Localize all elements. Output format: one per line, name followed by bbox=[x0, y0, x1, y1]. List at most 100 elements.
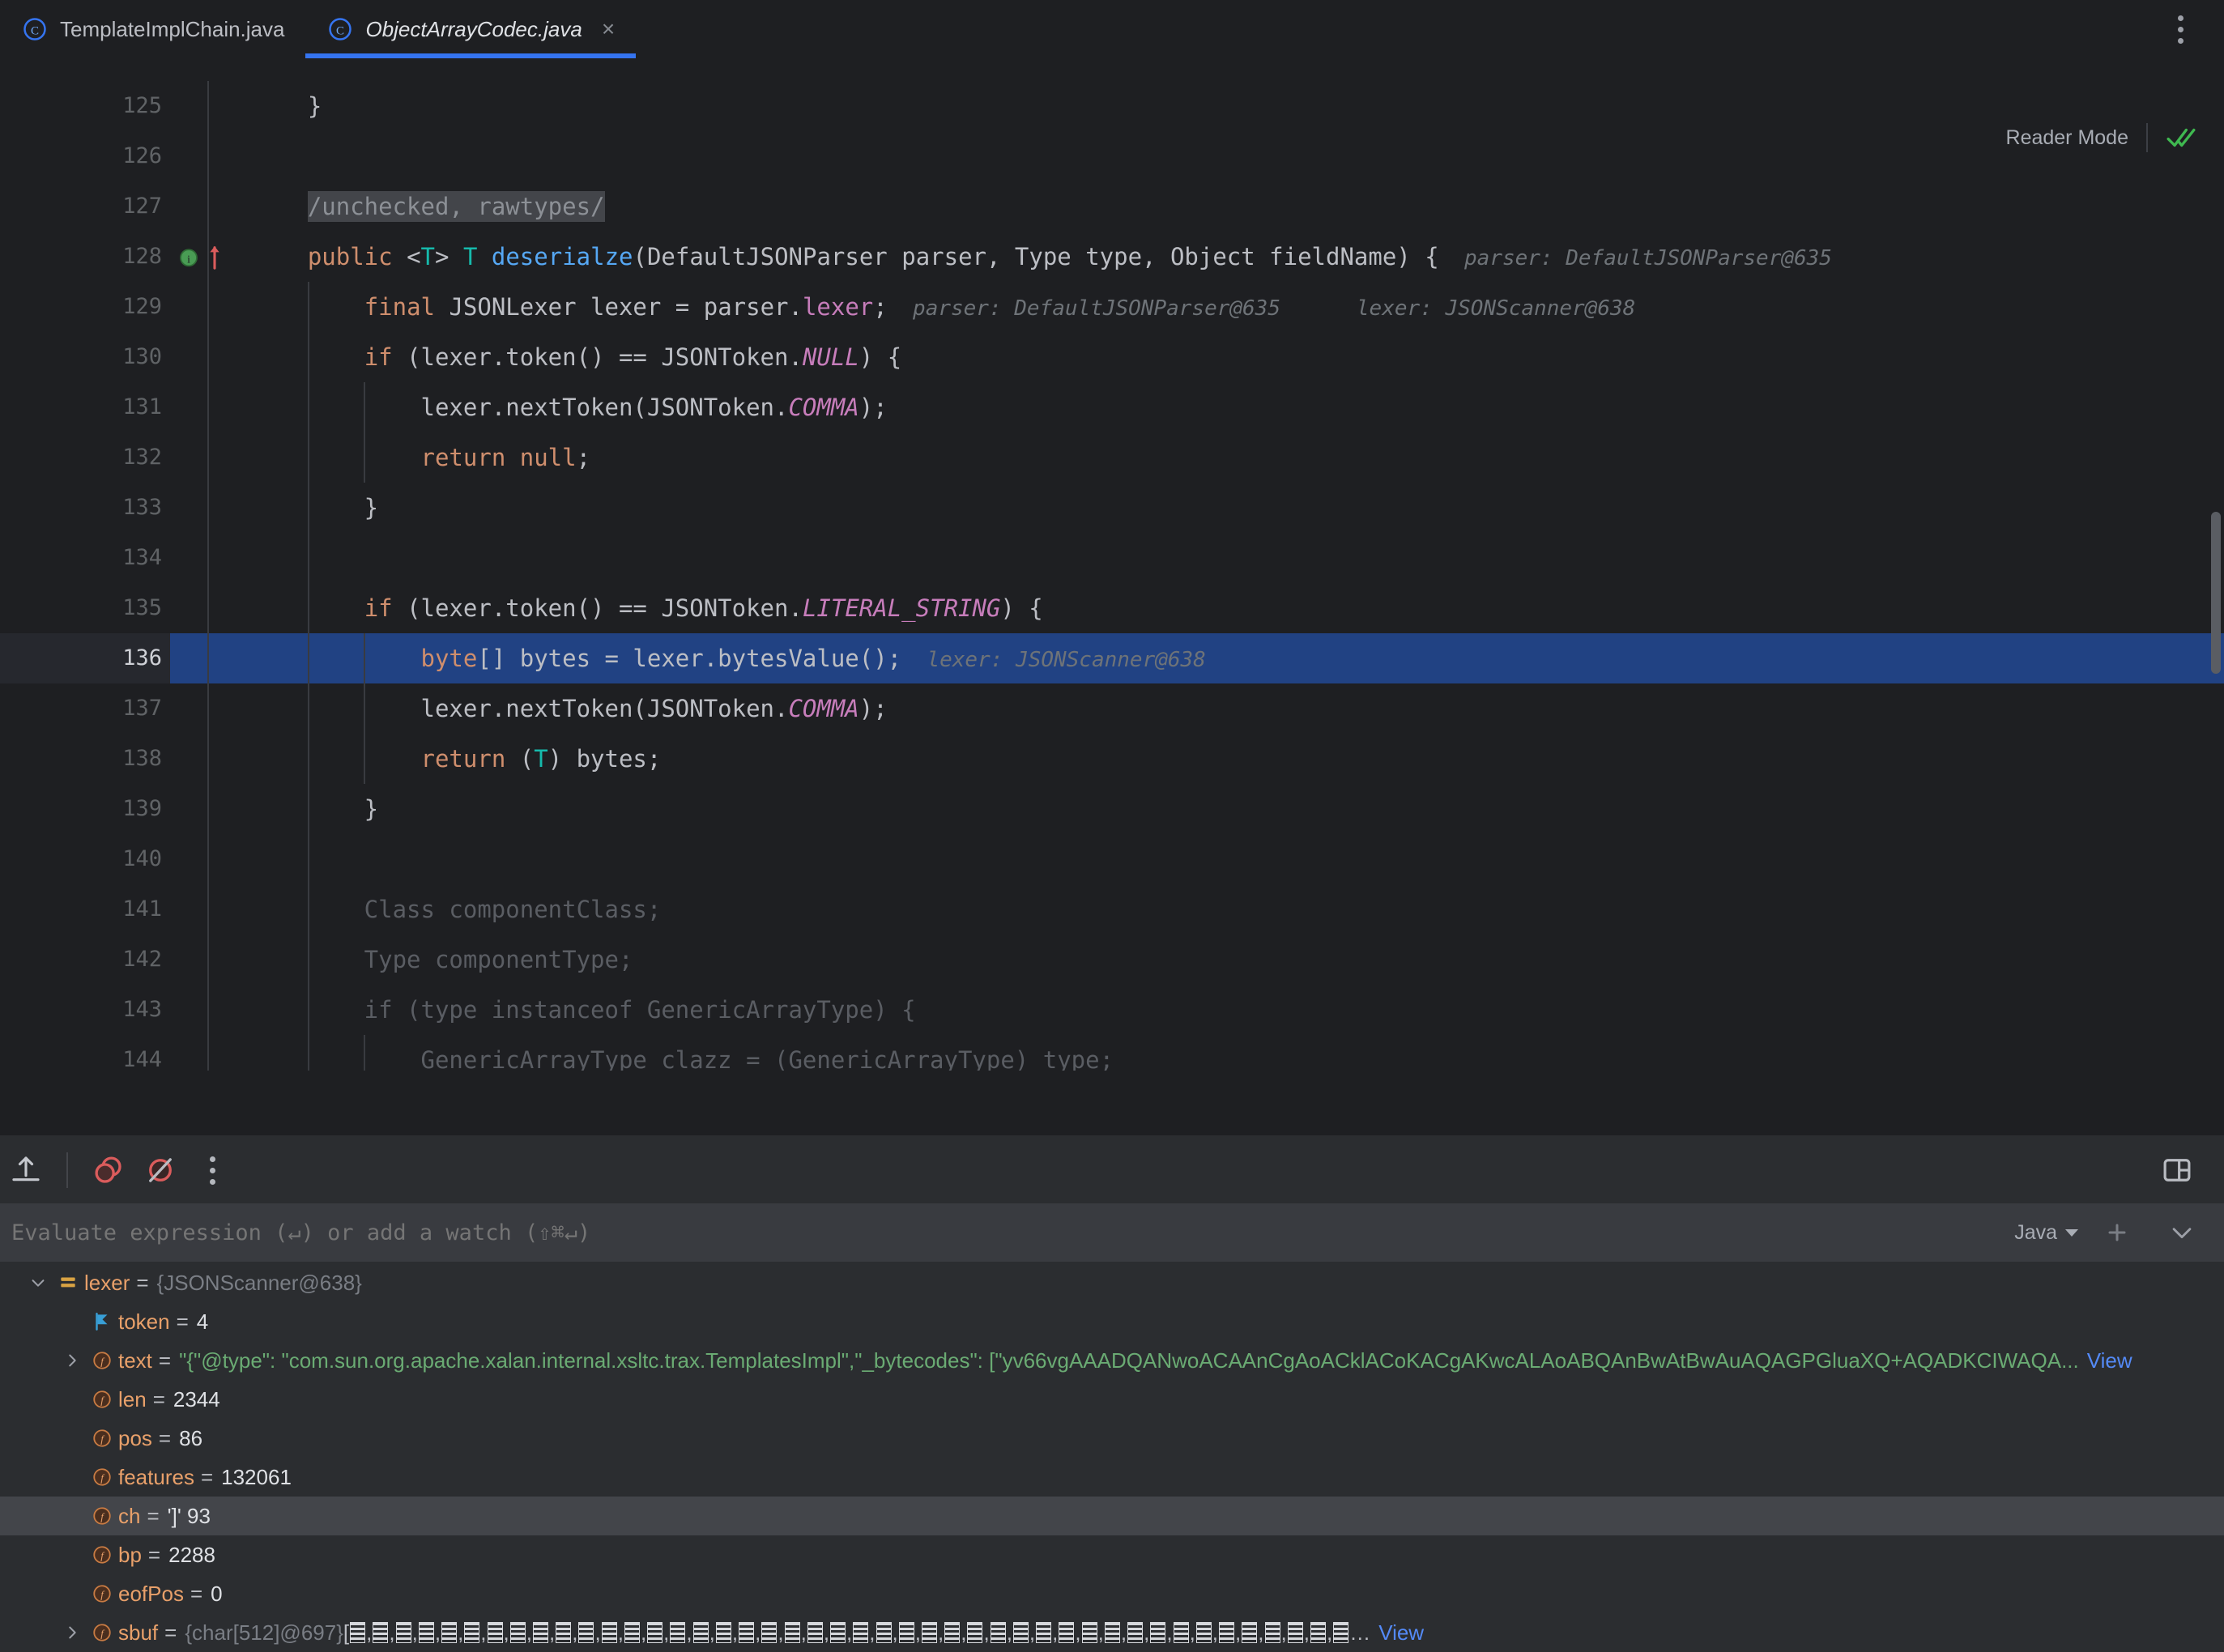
view-value-link[interactable]: View bbox=[2087, 1348, 2132, 1373]
chevron-down-icon[interactable] bbox=[29, 1274, 47, 1292]
chevron-right-icon[interactable] bbox=[63, 1624, 81, 1641]
code-text[interactable]: } bbox=[246, 784, 2224, 834]
layout-settings-button[interactable] bbox=[2151, 1144, 2203, 1196]
line-number-gutter[interactable]: 133 bbox=[0, 483, 170, 533]
code-text[interactable]: return (T) bytes; bbox=[246, 734, 2224, 784]
code-folding-strip[interactable] bbox=[170, 382, 246, 432]
code-text[interactable]: } bbox=[246, 483, 2224, 533]
code-folding-strip[interactable] bbox=[170, 483, 246, 533]
code-folding-strip[interactable] bbox=[170, 884, 246, 935]
line-number-gutter[interactable]: 139 bbox=[0, 784, 170, 834]
chevron-right-icon[interactable] bbox=[63, 1352, 81, 1369]
code-line[interactable]: 130 if (lexer.token() == JSONToken.NULL)… bbox=[0, 332, 2224, 382]
evaluate-expression-input[interactable] bbox=[11, 1220, 2002, 1245]
code-folding-strip[interactable] bbox=[170, 683, 246, 734]
editor-tab-template-impl-chain[interactable]: C TemplateImplChain.java bbox=[0, 0, 305, 58]
code-line[interactable]: 141 Class componentClass; bbox=[0, 884, 2224, 935]
code-line[interactable]: 142 Type componentType; bbox=[0, 935, 2224, 985]
inline-debug-value-hint[interactable]: parser: DefaultJSONParser@635 lexer: JSO… bbox=[888, 296, 1635, 321]
tree-expander[interactable] bbox=[24, 1274, 52, 1292]
code-text[interactable]: } bbox=[246, 81, 2224, 131]
code-folding-strip[interactable] bbox=[170, 432, 246, 483]
code-text[interactable]: if (lexer.token() == JSONToken.LITERAL_S… bbox=[246, 583, 2224, 633]
line-number-gutter[interactable]: 127 bbox=[0, 181, 170, 232]
code-folding-strip[interactable] bbox=[170, 935, 246, 985]
variable-row[interactable]: f eofPos = 0 bbox=[0, 1574, 2224, 1613]
code-line[interactable]: 136 byte[] bytes = lexer.bytesValue(); l… bbox=[0, 633, 2224, 683]
line-number-gutter[interactable]: 138 bbox=[0, 734, 170, 784]
code-text[interactable]: GenericArrayType clazz = (GenericArrayTy… bbox=[246, 1035, 2224, 1071]
close-icon[interactable]: × bbox=[602, 18, 615, 40]
view-breakpoints-button[interactable] bbox=[83, 1144, 134, 1196]
code-line[interactable]: 129 final JSONLexer lexer = parser.lexer… bbox=[0, 282, 2224, 332]
code-folding-strip[interactable] bbox=[170, 734, 246, 784]
code-text[interactable] bbox=[246, 131, 2224, 181]
code-line[interactable]: 127 /unchecked, rawtypes/ bbox=[0, 181, 2224, 232]
code-line[interactable]: 143 if (type instanceof GenericArrayType… bbox=[0, 985, 2224, 1035]
view-value-link[interactable]: View bbox=[1378, 1620, 1424, 1646]
reader-mode-badge[interactable]: Reader Mode bbox=[2006, 123, 2196, 152]
code-folding-strip[interactable] bbox=[170, 985, 246, 1035]
line-number-gutter[interactable]: 128 i bbox=[0, 232, 219, 282]
code-folding-strip[interactable] bbox=[170, 583, 246, 633]
line-number-gutter[interactable]: 134 bbox=[0, 533, 170, 583]
variable-row[interactable]: f sbuf = {char[512]@697} [,,,,,,,,,,,,,,,,,… bbox=[0, 1613, 2224, 1652]
variable-row[interactable]: f len = 2344 bbox=[0, 1380, 2224, 1419]
evaluate-expression-bar[interactable]: Java bbox=[0, 1203, 2224, 1262]
code-folding-strip[interactable] bbox=[170, 533, 246, 583]
code-line[interactable]: 132 return null; bbox=[0, 432, 2224, 483]
code-text[interactable] bbox=[246, 533, 2224, 583]
code-folding-strip[interactable] bbox=[170, 784, 246, 834]
add-watch-button[interactable] bbox=[2091, 1207, 2143, 1258]
code-folding-strip[interactable] bbox=[170, 282, 246, 332]
code-text[interactable]: if (type instanceof GenericArrayType) { bbox=[246, 985, 2224, 1035]
code-line[interactable]: 139 } bbox=[0, 784, 2224, 834]
code-line[interactable]: 133 } bbox=[0, 483, 2224, 533]
variable-row[interactable]: f text = "{"@type": "com.sun.org.apache.xal… bbox=[0, 1341, 2224, 1380]
code-text[interactable]: if (lexer.token() == JSONToken.NULL) { bbox=[246, 332, 2224, 382]
variable-row-root[interactable]: lexer = {JSONScanner@638} bbox=[0, 1263, 2224, 1302]
code-text[interactable]: public <T> T deserialze(DefaultJSONParse… bbox=[246, 232, 2224, 282]
editor-options-kebab-icon[interactable] bbox=[2156, 0, 2205, 58]
line-number-gutter[interactable]: 125 bbox=[0, 81, 170, 131]
variable-row[interactable]: f bp = 2288 bbox=[0, 1535, 2224, 1574]
code-line[interactable]: 144 GenericArrayType clazz = (GenericArr… bbox=[0, 1035, 2224, 1071]
code-text[interactable]: return null; bbox=[246, 432, 2224, 483]
code-text[interactable]: final JSONLexer lexer = parser.lexer; pa… bbox=[246, 282, 2224, 332]
code-editor[interactable]: Reader Mode 125 } 126 127 /unchecked, rawt… bbox=[0, 58, 2224, 1071]
line-number-gutter[interactable]: 144 bbox=[0, 1035, 170, 1071]
code-folding-strip[interactable] bbox=[170, 232, 246, 282]
tree-expander[interactable] bbox=[58, 1624, 86, 1641]
evaluate-language-selector[interactable]: Java bbox=[2014, 1221, 2078, 1245]
debugger-more-options-kebab-icon[interactable] bbox=[186, 1144, 238, 1196]
code-lines-container[interactable]: 125 } 126 127 /unchecked, rawtypes/128 i pu… bbox=[0, 58, 2224, 1071]
line-number-gutter[interactable]: 126 bbox=[0, 131, 170, 181]
code-text[interactable]: lexer.nextToken(JSONToken.COMMA); bbox=[246, 382, 2224, 432]
line-number-gutter[interactable]: 140 bbox=[0, 834, 170, 884]
code-line[interactable]: 137 lexer.nextToken(JSONToken.COMMA); bbox=[0, 683, 2224, 734]
code-text[interactable]: /unchecked, rawtypes/ bbox=[246, 181, 2224, 232]
code-folding-strip[interactable] bbox=[170, 633, 246, 683]
inspections-ok-double-check-icon[interactable] bbox=[2166, 126, 2196, 150]
code-folding-strip[interactable] bbox=[170, 131, 246, 181]
code-line[interactable]: 126 bbox=[0, 131, 2224, 181]
variable-row[interactable]: f pos = 86 bbox=[0, 1419, 2224, 1458]
code-folding-strip[interactable] bbox=[170, 81, 246, 131]
code-line[interactable]: 128 i public <T> T deserialze(DefaultJSON… bbox=[0, 232, 2224, 282]
code-line[interactable]: 131 lexer.nextToken(JSONToken.COMMA); bbox=[0, 382, 2224, 432]
code-line[interactable]: 138 return (T) bytes; bbox=[0, 734, 2224, 784]
inline-debug-value-hint[interactable]: lexer: JSONScanner@638 bbox=[901, 648, 1205, 672]
code-folding-strip[interactable] bbox=[170, 834, 246, 884]
line-number-gutter[interactable]: 137 bbox=[0, 683, 170, 734]
code-folding-strip[interactable] bbox=[170, 181, 246, 232]
collapse-evaluate-button[interactable] bbox=[2156, 1207, 2208, 1258]
code-text[interactable] bbox=[246, 834, 2224, 884]
code-folding-strip[interactable] bbox=[170, 332, 246, 382]
line-number-gutter[interactable]: 136 bbox=[0, 633, 170, 683]
code-folding-strip[interactable] bbox=[170, 1035, 246, 1071]
code-text[interactable]: lexer.nextToken(JSONToken.COMMA); bbox=[246, 683, 2224, 734]
step-out-button[interactable] bbox=[0, 1144, 52, 1196]
code-line[interactable]: 134 bbox=[0, 533, 2224, 583]
mute-breakpoints-button[interactable] bbox=[134, 1144, 186, 1196]
line-number-gutter[interactable]: 142 bbox=[0, 935, 170, 985]
